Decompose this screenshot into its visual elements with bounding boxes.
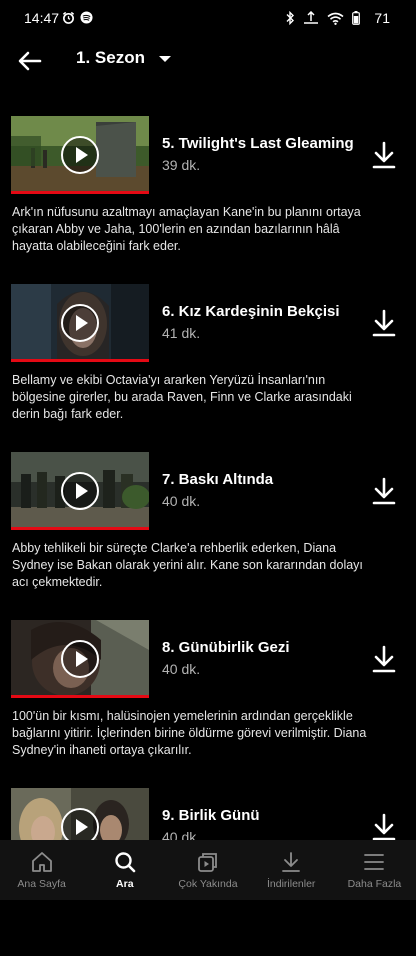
back-button[interactable] (16, 48, 44, 74)
episode-title: 5. Twilight's Last Gleaming (162, 135, 354, 152)
status-time: 14:47 (24, 10, 60, 26)
download-icon (372, 141, 396, 169)
watch-progress-bar (11, 359, 149, 362)
download-icon (372, 477, 396, 505)
nav-downloads[interactable]: İndirilenler (250, 840, 333, 900)
nav-more[interactable]: Daha Fazla (333, 840, 416, 900)
download-button[interactable] (370, 812, 398, 842)
nav-label: İndirilenler (266, 878, 316, 890)
battery-icon (352, 11, 360, 25)
watch-progress-bar (11, 695, 149, 698)
episode-duration: 41 dk. (162, 325, 201, 341)
nav-home[interactable]: Ana Sayfa (0, 840, 83, 900)
episode-thumbnail[interactable] (11, 452, 149, 530)
episode-duration: 39 dk. (162, 157, 201, 173)
episode-item: 6. Kız Kardeşinin Bekçisi 41 dk. Bellamy… (0, 284, 416, 452)
download-button[interactable] (370, 308, 398, 338)
episode-description: Abby tehlikeli bir süreçte Clarke'a rehb… (12, 541, 363, 589)
download-button[interactable] (370, 140, 398, 170)
arrow-left-icon (18, 51, 42, 71)
nav-label: Daha Fazla (347, 878, 402, 890)
bottom-nav: Ana Sayfa Ara Çok Yakında İndirilenler D… (0, 840, 416, 900)
episode-thumbnail[interactable] (11, 620, 149, 698)
episode-item: 8. Günübirlik Gezi 40 dk. 100'ün bir kıs… (0, 620, 416, 788)
download-icon (372, 813, 396, 841)
episode-description: Ark'ın nüfusunu azaltmayı amaçlayan Kane… (12, 205, 361, 253)
download-button[interactable] (370, 476, 398, 506)
episode-title: 6. Kız Kardeşinin Bekçisi (162, 303, 340, 320)
episode-item: 7. Baskı Altında 40 dk. Abby tehlikeli b… (0, 452, 416, 620)
caret-down-icon (158, 56, 171, 62)
episode-thumbnail[interactable] (11, 284, 149, 362)
bluetooth-icon (286, 11, 294, 25)
play-icon (61, 304, 99, 342)
search-icon (115, 852, 136, 873)
play-icon (61, 136, 99, 174)
play-icon (61, 472, 99, 510)
episode-duration: 40 dk. (162, 661, 201, 677)
season-selector[interactable]: 1. Sezon (76, 48, 171, 68)
coming-soon-icon (198, 853, 217, 872)
nav-search[interactable]: Ara (83, 840, 166, 900)
home-icon (31, 852, 52, 872)
episode-description: 100'ün bir kısmı, halüsinojen yemelerini… (12, 709, 367, 757)
wifi-icon (327, 12, 344, 25)
status-left-icons (62, 11, 93, 24)
status-bar: 14:47 71 (0, 0, 416, 38)
episode-item: 5. Twilight's Last Gleaming 39 dk. Ark'ı… (0, 116, 416, 284)
header: 1. Sezon (0, 38, 416, 84)
status-right-icons (285, 11, 360, 25)
download-button[interactable] (370, 644, 398, 674)
episode-title: 8. Günübirlik Gezi (162, 639, 290, 656)
menu-icon (364, 854, 385, 870)
episode-description: Bellamy ve ekibi Octavia'yı ararken Yery… (12, 373, 352, 421)
nav-coming-soon[interactable]: Çok Yakında (166, 840, 249, 900)
spotify-icon (80, 11, 93, 24)
play-icon (61, 640, 99, 678)
data-saver-icon (304, 11, 318, 24)
episode-title: 9. Birlik Günü (162, 807, 260, 824)
episode-title: 7. Baskı Altında (162, 471, 274, 488)
nav-label: Ana Sayfa (17, 878, 66, 890)
download-icon (372, 645, 396, 673)
watch-progress-bar (11, 191, 149, 194)
nav-label: Çok Yakında (178, 878, 238, 890)
episode-duration: 40 dk. (162, 493, 201, 509)
alarm-icon (62, 11, 75, 24)
watch-progress-bar (11, 527, 149, 530)
nav-label: Ara (116, 878, 134, 890)
season-label: 1. Sezon (76, 48, 145, 67)
download-icon (372, 309, 396, 337)
battery-level: 71 (374, 10, 390, 26)
episode-thumbnail[interactable] (11, 116, 149, 194)
downloads-icon (282, 852, 301, 872)
